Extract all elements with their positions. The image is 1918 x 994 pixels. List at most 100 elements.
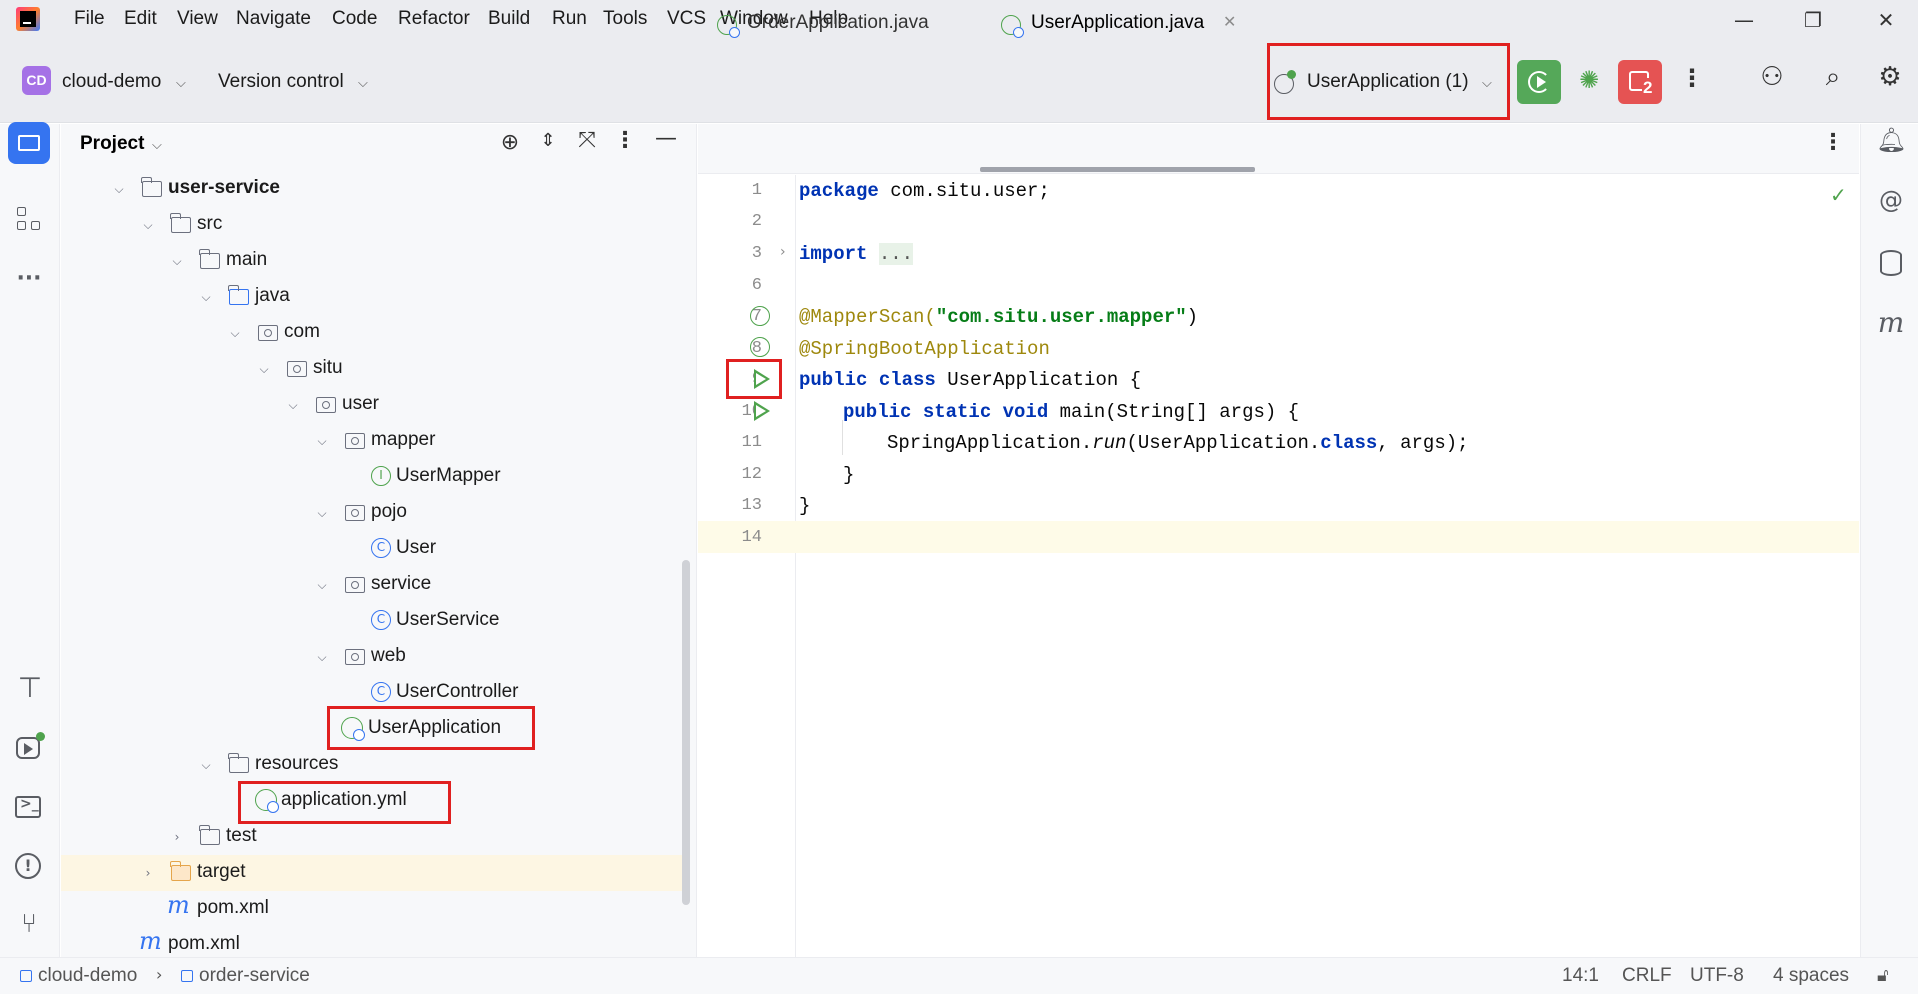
search-icon[interactable]: ⌕ [1816, 62, 1850, 96]
minimize-button[interactable]: — [1724, 4, 1764, 36]
line-number: 11 [741, 433, 762, 452]
menu-tools[interactable]: Tools [603, 8, 647, 30]
intellij-logo-icon[interactable] [16, 7, 40, 31]
tree-item-web[interactable]: ⌵ web [61, 639, 689, 675]
git-icon[interactable]: ⑂ [14, 909, 44, 939]
maven-tool-icon[interactable]: m [1876, 306, 1906, 339]
menu-build[interactable]: Build [488, 8, 530, 30]
notifications-bell-icon[interactable]: 🔔︎ [1876, 126, 1906, 154]
project-name[interactable]: cloud-demo [62, 71, 161, 93]
chevron-down-icon[interactable]: ⌵ [197, 287, 215, 307]
caret-position[interactable]: 14:1 [1562, 965, 1599, 987]
chevron-down-icon[interactable]: ⌵ [255, 359, 273, 379]
ai-assistant-spiral-icon[interactable]: @ [1876, 186, 1906, 214]
run-main-icon[interactable] [754, 401, 772, 421]
tree-item-user[interactable]: ⌵ user [61, 387, 689, 423]
mapper-scan-gutter-icon[interactable] [750, 306, 770, 326]
tree-item-usermapper[interactable]: I UserMapper [61, 459, 689, 495]
menu-edit[interactable]: Edit [124, 8, 157, 30]
lock-icon[interactable]: 🔓︎ [1877, 965, 1889, 986]
chevron-down-icon[interactable]: ⌵ [152, 138, 162, 153]
tab-orderapplication[interactable]: OrderApplication.java [717, 9, 947, 45]
structure-icon[interactable] [14, 204, 44, 234]
chevron-down-icon[interactable]: ⌵ [110, 179, 128, 199]
breadcrumb-module[interactable]: order-service [181, 965, 310, 987]
debug-bug-icon[interactable]: ✺ [1573, 66, 1605, 98]
rerun-button[interactable] [1517, 60, 1561, 104]
tree-item-situ[interactable]: ⌵ situ [61, 351, 689, 387]
services-icon[interactable] [14, 731, 46, 763]
stop-button[interactable]: 2 [1618, 60, 1662, 104]
chevron-down-icon[interactable]: ⌵ [284, 395, 302, 415]
tree-item-service[interactable]: ⌵ service [61, 567, 689, 603]
chevron-right-icon[interactable]: › [168, 827, 186, 847]
code-editor[interactable] [797, 175, 1859, 971]
chevron-down-icon[interactable]: ⌵ [168, 251, 186, 271]
menu-file[interactable]: File [74, 8, 105, 30]
chevron-down-icon[interactable]: ⌵ [1482, 76, 1492, 91]
tree-item-target[interactable]: › target [61, 855, 689, 891]
chevron-down-icon[interactable]: ⌵ [313, 647, 331, 667]
menu-run[interactable]: Run [552, 8, 587, 30]
tree-item-pojo[interactable]: ⌵ pojo [61, 495, 689, 531]
chevron-down-icon[interactable]: ⌵ [313, 503, 331, 523]
chevron-right-icon[interactable]: › [139, 863, 157, 883]
tab-userapplication[interactable]: UserApplication.java ✕ [1001, 9, 1261, 45]
build-hammer-icon[interactable]: ⊤ [14, 671, 46, 704]
run-config-selector[interactable]: UserApplication (1) [1307, 71, 1469, 93]
tree-item-main[interactable]: ⌵ main [61, 243, 689, 279]
problems-icon[interactable]: ! [14, 851, 44, 881]
project-badge[interactable]: CD [22, 66, 51, 95]
add-user-icon[interactable]: ⚇ [1755, 62, 1789, 96]
tree-item-java[interactable]: ⌵ java [61, 279, 689, 315]
close-window-button[interactable]: ✕ [1866, 4, 1906, 36]
tree-item-user-service[interactable]: ⌵ user-service [61, 171, 689, 207]
file-encoding[interactable]: UTF-8 [1690, 965, 1744, 987]
menu-code[interactable]: Code [332, 8, 377, 30]
tree-item-com[interactable]: ⌵ com [61, 315, 689, 351]
run-class-icon[interactable] [754, 369, 772, 389]
tree-item-user-class[interactable]: C User [61, 531, 689, 567]
tree-item-pom-module[interactable]: m pom.xml [61, 891, 689, 927]
spring-boot-gutter-icon[interactable] [750, 337, 770, 357]
tree-item-test[interactable]: › test [61, 819, 689, 855]
menu-vcs[interactable]: VCS [667, 8, 706, 30]
menu-navigate[interactable]: Navigate [236, 8, 311, 30]
expand-all-icon[interactable]: ⇕ [536, 130, 560, 151]
more-tools-icon[interactable]: ··· [12, 266, 46, 291]
chevron-down-icon[interactable]: ⌵ [176, 76, 186, 91]
project-tool-button[interactable] [8, 122, 50, 164]
menu-refactor[interactable]: Refactor [398, 8, 470, 30]
panel-options-icon[interactable]: ⋮ [614, 128, 636, 153]
chevron-down-icon[interactable]: ⌵ [313, 575, 331, 595]
restore-button[interactable]: ❐ [1793, 4, 1833, 36]
more-actions-icon[interactable]: ⋮ [1680, 64, 1704, 96]
terminal-icon[interactable]: >_ [14, 793, 44, 821]
chevron-down-icon[interactable]: ⌵ [313, 431, 331, 451]
indent-setting[interactable]: 4 spaces [1773, 965, 1849, 987]
version-control-label[interactable]: Version control [218, 71, 344, 93]
breadcrumb-project[interactable]: cloud-demo [20, 965, 137, 987]
tree-item-resources[interactable]: ⌵ resources [61, 747, 689, 783]
database-icon[interactable] [1876, 248, 1906, 280]
fold-chevron-right-icon[interactable]: › [780, 244, 786, 260]
hide-panel-icon[interactable]: — [654, 126, 678, 151]
folded-imports[interactable]: ... [878, 243, 914, 265]
close-tab-icon[interactable]: ✕ [1223, 12, 1236, 31]
menu-view[interactable]: View [177, 8, 218, 30]
chevron-down-icon[interactable]: ⌵ [358, 76, 368, 91]
collapse-all-icon[interactable]: ⤧ [575, 128, 599, 153]
project-scrollbar[interactable] [682, 560, 690, 905]
chevron-down-icon[interactable]: ⌵ [197, 755, 215, 775]
tab-options-icon[interactable]: ⋮ [1822, 130, 1844, 155]
line-separator[interactable]: CRLF [1622, 965, 1672, 987]
no-problems-check-icon[interactable]: ✓ [1830, 183, 1847, 207]
chevron-down-icon[interactable]: ⌵ [139, 215, 157, 235]
settings-gear-icon[interactable]: ⚙ [1873, 62, 1907, 96]
locate-target-icon[interactable]: ⊕ [497, 130, 523, 155]
project-panel-title[interactable]: Project [80, 133, 144, 155]
tree-item-userservice[interactable]: C UserService [61, 603, 689, 639]
tree-item-src[interactable]: ⌵ src [61, 207, 689, 243]
tree-item-mapper[interactable]: ⌵ mapper [61, 423, 689, 459]
chevron-down-icon[interactable]: ⌵ [226, 323, 244, 343]
